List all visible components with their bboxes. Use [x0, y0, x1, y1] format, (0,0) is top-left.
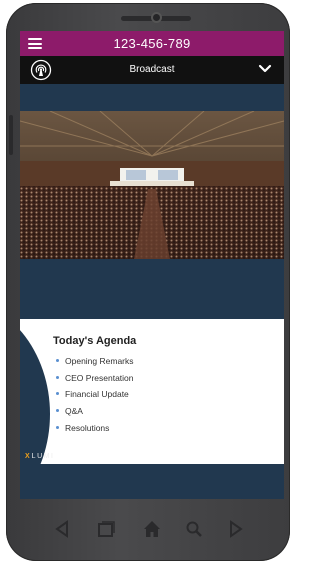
phone-number: 123-456-789 [113, 36, 191, 51]
agenda-item: CEO Presentation [56, 372, 134, 389]
agenda-list: Opening Remarks CEO Presentation Financi… [56, 355, 134, 438]
agenda-slide: Today's Agenda Opening Remarks CEO Prese… [20, 319, 284, 467]
recent-apps-icon[interactable] [96, 519, 116, 539]
lumi-logo: X LUMI [25, 453, 55, 460]
conference-hall-photo [20, 111, 284, 259]
broadcast-label: Broadcast [129, 64, 175, 75]
side-button [9, 115, 13, 155]
slide-footer [20, 464, 284, 467]
agenda-item: Resolutions [56, 422, 134, 439]
front-camera [151, 12, 162, 23]
slide-decoration [20, 319, 50, 467]
agenda-item: Q&A [56, 405, 134, 422]
agenda-item: Opening Remarks [56, 355, 134, 372]
agenda-item: Financial Update [56, 388, 134, 405]
agenda-title: Today's Agenda [53, 335, 137, 347]
broadcast-bar[interactable]: Broadcast [20, 56, 284, 84]
home-icon[interactable] [142, 519, 162, 539]
search-icon[interactable] [184, 519, 204, 539]
back-icon[interactable] [52, 519, 72, 539]
system-navbar [20, 515, 260, 545]
app-screen: 123-456-789 Broadcast Today's Agenda Ope… [20, 31, 284, 499]
top-bar: 123-456-789 [20, 31, 284, 56]
forward-icon[interactable] [226, 519, 246, 539]
chevron-down-icon[interactable] [258, 64, 272, 74]
